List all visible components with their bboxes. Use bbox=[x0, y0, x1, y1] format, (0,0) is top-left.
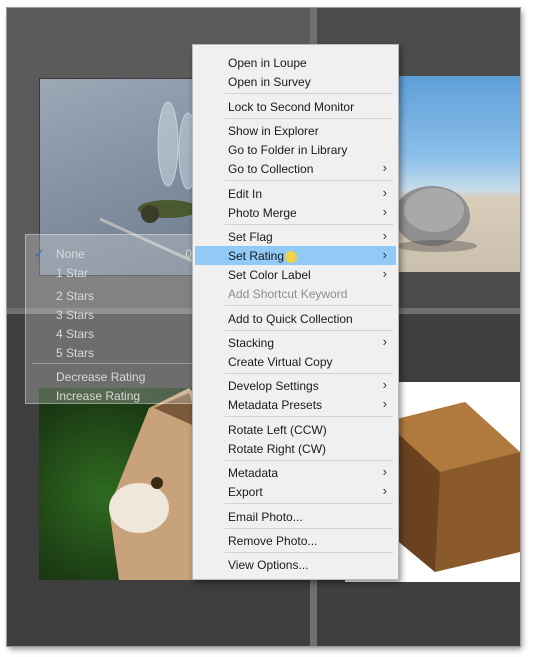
lightroom-grid-view: 1 ✓ None 0 1 Star 2 Stars 3 Stars 4 Star… bbox=[7, 8, 520, 646]
menu-item-label: Open in Loupe bbox=[228, 56, 307, 70]
menu-item-edit-in[interactable]: Edit In › bbox=[195, 184, 396, 203]
rating-item-label: 4 Stars bbox=[56, 327, 95, 341]
menu-item-label: Open in Survey bbox=[228, 75, 311, 89]
rating-2-stars-item[interactable]: 2 Stars bbox=[26, 286, 214, 305]
menu-item-set-color-label[interactable]: Set Color Label › bbox=[195, 265, 396, 284]
decrease-rating-item[interactable]: Decrease Rating bbox=[26, 367, 214, 386]
menu-item-label: Metadata Presets bbox=[228, 398, 323, 412]
menu-item-label: View Options... bbox=[228, 558, 309, 572]
chevron-right-icon: › bbox=[382, 396, 387, 411]
mouse-cursor-icon bbox=[285, 251, 297, 263]
checkmark-icon: ✓ bbox=[34, 246, 45, 261]
menu-separator bbox=[225, 180, 393, 181]
rating-item-label: Decrease Rating bbox=[56, 370, 146, 384]
menu-separator bbox=[225, 528, 393, 529]
menu-item-label: Remove Photo... bbox=[228, 534, 318, 548]
menu-item-label: Rotate Left (CCW) bbox=[228, 423, 327, 437]
rating-3-stars-item[interactable]: 3 Stars bbox=[26, 305, 214, 324]
rating-5-stars-item[interactable]: 5 Stars bbox=[26, 343, 214, 362]
rating-item-label: 2 Stars bbox=[56, 289, 95, 303]
rating-item-label: 3 Stars bbox=[56, 308, 95, 322]
menu-item-create-virtual-copy[interactable]: Create Virtual Copy bbox=[195, 352, 396, 371]
menu-item-label: Metadata bbox=[228, 466, 279, 480]
menu-item-metadata[interactable]: Metadata › bbox=[195, 463, 396, 482]
menu-item-label: Set Rating bbox=[228, 249, 285, 263]
menu-item-metadata-presets[interactable]: Metadata Presets › bbox=[195, 395, 396, 414]
menu-item-go-to-folder[interactable]: Go to Folder in Library bbox=[195, 140, 396, 159]
rating-none-item[interactable]: ✓ None 0 bbox=[26, 244, 214, 263]
menu-separator bbox=[225, 224, 393, 225]
photo-context-menu: Open in Loupe Open in Survey Lock to Sec… bbox=[192, 44, 399, 580]
menu-separator bbox=[225, 305, 393, 306]
menu-item-label: Export bbox=[228, 485, 263, 499]
rating-item-label: 5 Stars bbox=[56, 346, 95, 360]
menu-item-label: Email Photo... bbox=[228, 510, 303, 524]
menu-item-label: Photo Merge bbox=[228, 206, 297, 220]
menu-item-label: Go to Folder in Library bbox=[228, 143, 348, 157]
increase-rating-item[interactable]: Increase Rating bbox=[26, 386, 214, 405]
menu-separator bbox=[225, 416, 393, 417]
menu-item-label: Edit In bbox=[228, 187, 263, 201]
menu-item-add-to-quick-collection[interactable]: Add to Quick Collection bbox=[195, 309, 396, 328]
chevron-right-icon: › bbox=[382, 185, 387, 200]
menu-item-add-shortcut-keyword: Add Shortcut Keyword bbox=[195, 284, 396, 303]
chevron-right-icon: › bbox=[382, 377, 387, 392]
chevron-right-icon: › bbox=[382, 160, 387, 175]
menu-item-open-in-survey[interactable]: Open in Survey bbox=[195, 72, 396, 91]
menu-item-export[interactable]: Export › bbox=[195, 482, 396, 501]
menu-item-label: Add Shortcut Keyword bbox=[228, 287, 348, 301]
menu-item-label: Stacking bbox=[228, 336, 275, 350]
menu-item-photo-merge[interactable]: Photo Merge › bbox=[195, 203, 396, 222]
menu-separator bbox=[225, 118, 393, 119]
rating-item-label: None bbox=[56, 247, 85, 261]
menu-item-label: Create Virtual Copy bbox=[228, 355, 333, 369]
menu-item-stacking[interactable]: Stacking › bbox=[195, 333, 396, 352]
chevron-right-icon: › bbox=[382, 334, 387, 349]
menu-item-label: Set Flag bbox=[228, 230, 273, 244]
chevron-right-icon: › bbox=[382, 483, 387, 498]
menu-item-view-options[interactable]: View Options... bbox=[195, 555, 396, 574]
menu-item-set-rating[interactable]: Set Rating › bbox=[195, 246, 396, 265]
menu-item-rotate-right[interactable]: Rotate Right (CW) bbox=[195, 439, 396, 458]
rating-1-star-item[interactable]: 1 Star bbox=[26, 263, 214, 282]
menu-item-label: Set Color Label bbox=[228, 268, 311, 282]
shell-beach-photo-thumbnail[interactable] bbox=[392, 76, 520, 272]
menu-item-rotate-left[interactable]: Rotate Left (CCW) bbox=[195, 420, 396, 439]
rating-item-label: 1 Star bbox=[56, 266, 89, 280]
chevron-right-icon: › bbox=[382, 228, 387, 243]
menu-item-set-flag[interactable]: Set Flag › bbox=[195, 227, 396, 246]
menu-item-label: Lock to Second Monitor bbox=[228, 100, 355, 114]
rating-item-label: Increase Rating bbox=[56, 389, 141, 403]
menu-item-email-photo[interactable]: Email Photo... bbox=[195, 507, 396, 526]
menu-item-label: Develop Settings bbox=[228, 379, 319, 393]
submenu-separator bbox=[32, 363, 208, 364]
menu-item-open-in-loupe[interactable]: Open in Loupe bbox=[195, 53, 396, 72]
menu-separator bbox=[225, 552, 393, 553]
set-rating-submenu: ✓ None 0 1 Star 2 Stars 3 Stars 4 Stars … bbox=[25, 234, 215, 404]
menu-separator bbox=[225, 93, 393, 94]
grid-cell-index: 1 bbox=[13, 8, 38, 57]
chevron-right-icon: › bbox=[382, 464, 387, 479]
menu-separator bbox=[225, 503, 393, 504]
menu-item-lock-to-second-monitor[interactable]: Lock to Second Monitor bbox=[195, 97, 396, 116]
menu-item-label: Show in Explorer bbox=[228, 124, 319, 138]
menu-item-label: Go to Collection bbox=[228, 162, 314, 176]
menu-item-develop-settings[interactable]: Develop Settings › bbox=[195, 376, 396, 395]
rating-shortcut: 0 bbox=[185, 247, 192, 261]
menu-item-show-in-explorer[interactable]: Show in Explorer bbox=[195, 121, 396, 140]
menu-item-label: Add to Quick Collection bbox=[228, 312, 353, 326]
shell-image bbox=[394, 186, 477, 252]
chevron-right-icon: › bbox=[382, 247, 387, 262]
menu-separator bbox=[225, 373, 393, 374]
chevron-right-icon: › bbox=[382, 204, 387, 219]
menu-separator bbox=[225, 330, 393, 331]
menu-item-label: Rotate Right (CW) bbox=[228, 442, 327, 456]
rating-4-stars-item[interactable]: 4 Stars bbox=[26, 324, 214, 343]
menu-item-go-to-collection[interactable]: Go to Collection › bbox=[195, 159, 396, 178]
chevron-right-icon: › bbox=[382, 266, 387, 281]
menu-separator bbox=[225, 460, 393, 461]
menu-item-remove-photo[interactable]: Remove Photo... bbox=[195, 531, 396, 550]
